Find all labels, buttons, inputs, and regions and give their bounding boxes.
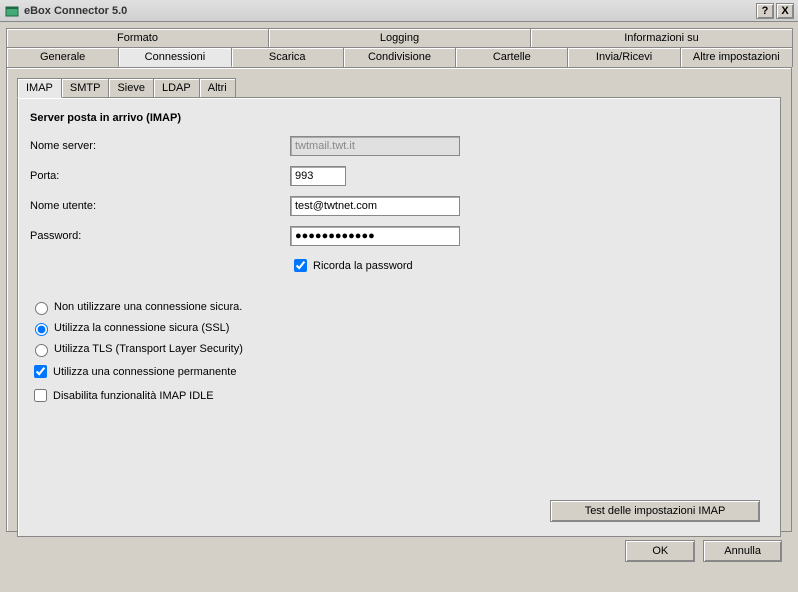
username-input[interactable] (290, 196, 460, 216)
subtab-ldap[interactable]: LDAP (153, 78, 200, 98)
disable-idle-label: Disabilita funzionalità IMAP IDLE (53, 390, 214, 402)
tab-condivisione[interactable]: Condivisione (343, 47, 456, 67)
subtab-sieve[interactable]: Sieve (108, 78, 154, 98)
window-title: eBox Connector 5.0 (24, 5, 754, 17)
connessioni-panel: IMAP SMTP Sieve LDAP Altri Server posta … (6, 67, 792, 532)
persistent-conn-checkbox[interactable] (34, 365, 47, 378)
app-icon (4, 3, 20, 19)
port-input[interactable] (290, 166, 346, 186)
tab-informazioni[interactable]: Informazioni su (530, 28, 793, 47)
user-label: Nome utente: (30, 200, 290, 212)
tls-label: Utilizza TLS (Transport Layer Security) (54, 343, 243, 355)
ssl-radio[interactable] (35, 323, 48, 336)
titlebar: eBox Connector 5.0 ? X (0, 0, 798, 22)
tab-altre-impostazioni[interactable]: Altre impostazioni (680, 47, 793, 67)
password-label: Password: (30, 230, 290, 242)
ok-button[interactable]: OK (625, 540, 695, 562)
tab-invia-ricevi[interactable]: Invia/Ricevi (567, 47, 680, 67)
tab-logging[interactable]: Logging (268, 28, 531, 47)
help-button[interactable]: ? (756, 3, 774, 19)
subtab-smtp[interactable]: SMTP (61, 78, 110, 98)
password-input[interactable] (290, 226, 460, 246)
remember-password-checkbox[interactable] (294, 259, 307, 272)
test-imap-button[interactable]: Test delle impostazioni IMAP (550, 500, 760, 522)
port-label: Porta: (30, 170, 290, 182)
tls-radio[interactable] (35, 344, 48, 357)
close-button[interactable]: X (776, 3, 794, 19)
imap-panel: Server posta in arrivo (IMAP) Nome serve… (17, 97, 781, 537)
disable-idle-checkbox[interactable] (34, 389, 47, 402)
tab-cartelle[interactable]: Cartelle (455, 47, 568, 67)
subtab-altri[interactable]: Altri (199, 78, 236, 98)
persistent-conn-label: Utilizza una connessione permanente (53, 366, 236, 378)
tab-formato[interactable]: Formato (6, 28, 269, 47)
remember-password-label: Ricorda la password (313, 260, 413, 272)
no-secure-label: Non utilizzare una connessione sicura. (54, 301, 242, 313)
tab-scarica[interactable]: Scarica (231, 47, 344, 67)
cancel-button[interactable]: Annulla (703, 540, 782, 562)
server-input (290, 136, 460, 156)
ssl-label: Utilizza la connessione sicura (SSL) (54, 322, 229, 334)
tab-generale[interactable]: Generale (6, 47, 119, 67)
subtab-imap[interactable]: IMAP (17, 78, 62, 98)
server-label: Nome server: (30, 140, 290, 152)
section-title: Server posta in arrivo (IMAP) (30, 112, 768, 124)
no-secure-radio[interactable] (35, 302, 48, 315)
tab-connessioni[interactable]: Connessioni (118, 47, 231, 67)
